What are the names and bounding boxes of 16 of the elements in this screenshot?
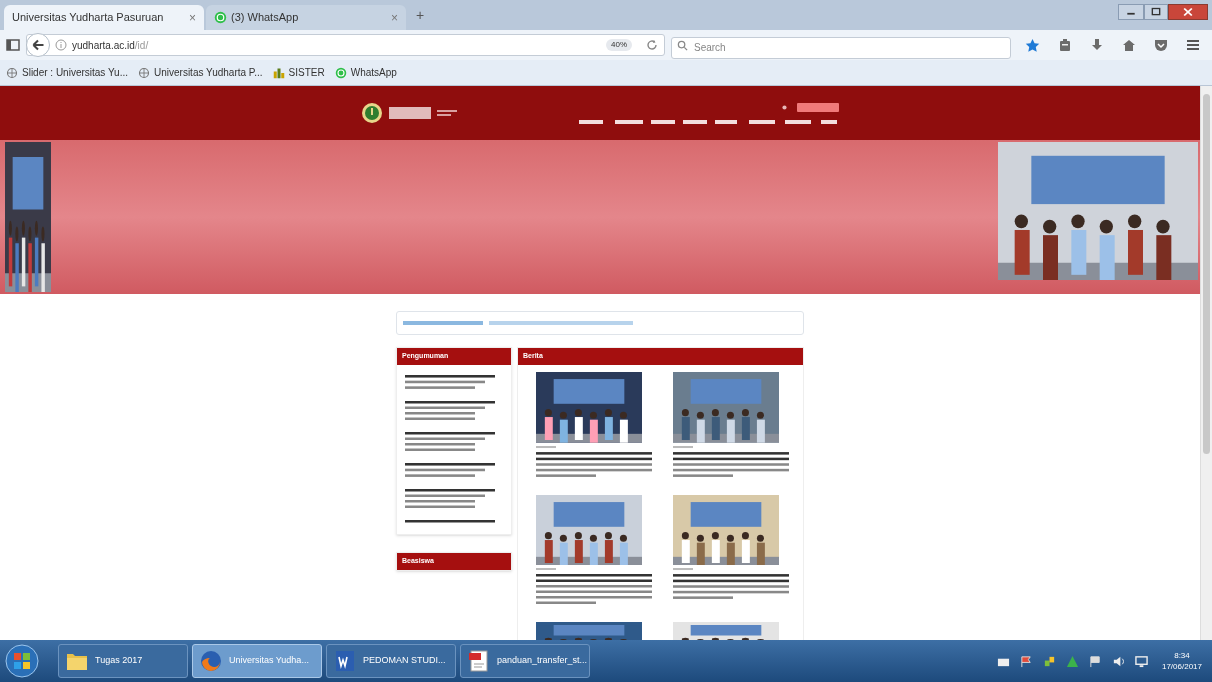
search-field[interactable]: Search	[671, 36, 1011, 59]
bookmark-item[interactable]: Universitas Yudharta P...	[138, 65, 263, 80]
address-bar[interactable]: yudharta.ac.id/id/ 40%	[26, 34, 665, 56]
bookmark-item[interactable]: Slider : Universitas Yu...	[6, 65, 128, 80]
taskbar-button[interactable]: panduan_transfer_st...	[460, 644, 590, 678]
new-tab-button[interactable]: +	[408, 5, 433, 30]
clock[interactable]: 8:34 17/06/2017	[1161, 650, 1202, 672]
close-tab-button[interactable]: ×	[189, 8, 196, 27]
bookmark-item[interactable]: SISTER	[272, 65, 325, 80]
zoom-level-button[interactable]: 40%	[606, 39, 632, 51]
browser-tab[interactable]: (3) WhatsApp ×	[206, 5, 406, 30]
url-text: yudharta.ac.id/id/	[72, 39, 149, 51]
taskbar-button[interactable]: PEDOMAN STUDI...	[326, 644, 456, 678]
bookmark-item[interactable]: WhatsApp	[334, 65, 397, 80]
taskbar-button[interactable]: Tugas 2017	[58, 644, 188, 678]
browser-tab[interactable]: Universitas Yudharta Pasuruan ×	[4, 5, 204, 30]
